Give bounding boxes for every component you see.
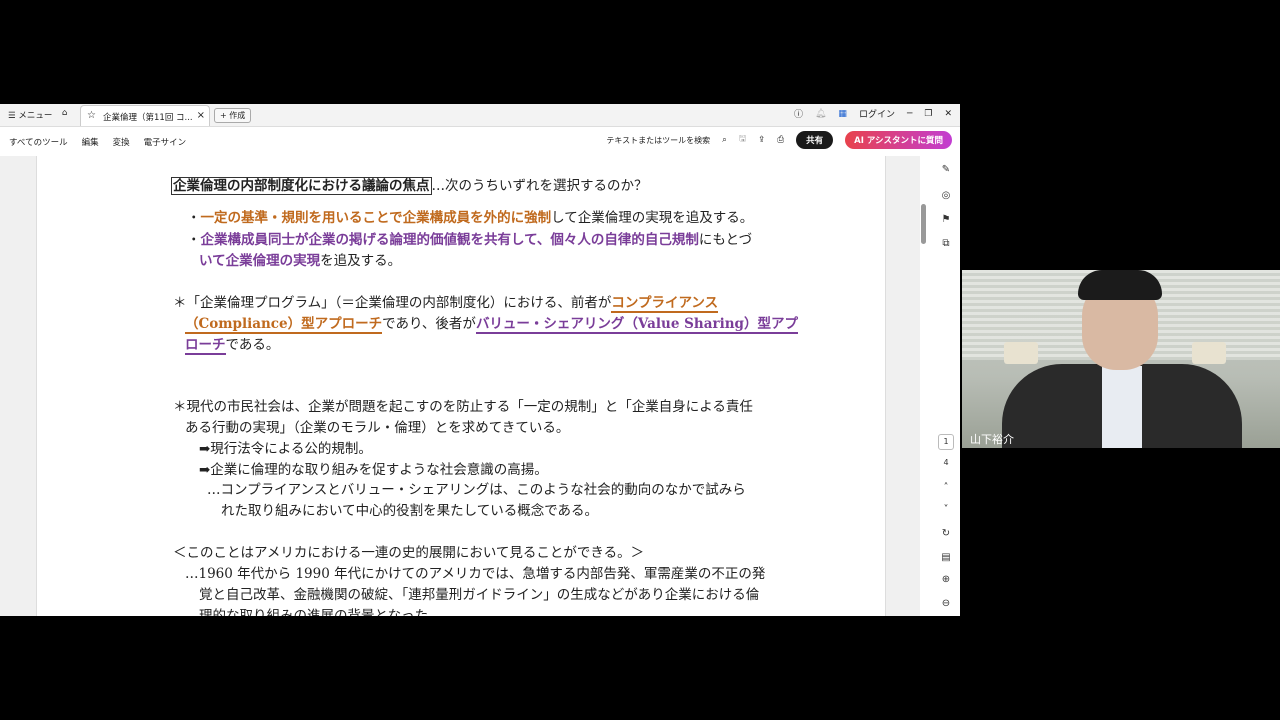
explanation-line-2: れた取り組みにおいて中心的役割を果たしている概念である。 [221,503,599,519]
bullet-2-rest: にもとづ [698,232,753,248]
convert-menu[interactable]: 変換 [113,136,130,148]
person-hair [1078,270,1162,300]
page-total: 4 [943,458,949,467]
document-tab[interactable]: ☆ 企業倫理（第11回 コ... × [80,105,210,126]
esign-menu[interactable]: 電子サイン [144,136,187,148]
bullet-2-highlight: 企業構成員同士が企業の掲げる論理的価値観を共有して、個々人の自律的自己規制 [200,232,699,248]
paragraph-3-line-1: …1960 年代から 1990 年代にかけてのアメリカでは、急増する内部告発、軍… [185,566,766,582]
participant-video-tile: 山下裕介 [962,270,1280,448]
lamp-shade-left [1004,342,1038,364]
apps-grid-icon[interactable]: ▦ [838,109,847,119]
login-button[interactable]: ログイン [859,107,895,120]
compliance-term: コンプライアンス [611,295,719,313]
bullet-2-line-2-highlight: いて企業倫理の実現 [199,253,321,269]
zoom-in-icon[interactable]: ⊕ [934,574,958,585]
paragraph-3-line-3: 理的な取り組みの進展の背景となった。 [199,608,442,616]
document-icon[interactable]: ▤ [934,552,958,563]
paragraph-1-line-1: ＊「企業倫理プログラム」（＝企業倫理の内部制度化）における、前者がコンプライアン… [173,291,719,313]
zoom-out-icon[interactable]: ⊖ [934,598,958,609]
p1-mid: であり、後者が [382,316,476,332]
chevron-down-icon[interactable]: ˅ [934,504,958,515]
right-tool-rail: ✎ ◎ ⚑ ⧉ 1 4 ˄ ˅ ↻ ▤ ⊕ ⊖ [934,160,958,616]
bullet-2-line-2-rest: を追及する。 [320,253,402,269]
pages-icon[interactable]: ⧉ [934,238,958,249]
lamp-shade-right [1192,342,1226,364]
bullet-2: ・企業構成員同士が企業の掲げる論理的価値観を共有して、個々人の自律的自己規制にも… [187,228,752,248]
star-icon[interactable]: ☆ [87,110,96,121]
paragraph-3-heading: ＜このことはアメリカにおける一連の史的展開において見ることができる。＞ [173,545,645,561]
page-number-box[interactable]: 1 [938,434,954,450]
scrollbar-thumb[interactable] [921,204,926,244]
value-sharing-approach: バリュー・シェアリング（Value Sharing）型アプ [475,316,798,334]
edit-menu[interactable]: 編集 [82,136,99,148]
pdf-page: 企業倫理の内部制度化における議論の焦点 …次のうちいずれを選択するのか？ ・一定の… [36,156,886,616]
value-sharing-end: ローチ [185,337,226,355]
bullet-2-line-2: いて企業倫理の実現を追及する。 [199,249,401,269]
pdf-viewer-window: ☰ メニュー ⌂ ☆ 企業倫理（第11回 コ... × + 作成 ⓘ 🔔︎ ▦ … [0,104,960,616]
upload-icon[interactable]: ⇪ [758,135,765,145]
comment-icon[interactable]: ✎ [934,164,958,175]
participant-name: 山下裕介 [970,433,1014,446]
doc-heading: 企業倫理の内部制度化における議論の焦点 …次のうちいずれを選択するのか？ [171,174,648,195]
tab-bar: ☰ メニュー ⌂ ☆ 企業倫理（第11回 コ... × + 作成 ⓘ 🔔︎ ▦ … [0,104,960,127]
ai-assistant-button[interactable]: AI アシスタントに質問 [845,131,952,149]
paragraph-2-line-1: ＊現代の市民社会は、企業が問題を起こすのを防止する「一定の規制」と「企業自身によ… [173,399,753,415]
window-controls: ⓘ 🔔︎ ▦ ログイン ─ ❐ ✕ [794,107,952,121]
all-tools-menu[interactable]: すべてのツール [9,136,68,148]
print-icon[interactable]: ⎙ [777,135,784,145]
compliance-approach: （Compliance）型アプローチ [185,316,383,334]
home-icon[interactable]: ⌂ [62,108,67,118]
p1-end: である。 [225,337,280,353]
toolbar: すべてのツール 編集 変換 電子サイン テキストまたはツールを検索 ⌕ 🖫 ⇪ … [0,127,960,155]
p1-text: ＊「企業倫理プログラム」（＝企業倫理の内部制度化）における、前者が [173,295,612,311]
bullet-mark: ・ [187,210,201,226]
search-icon[interactable]: ⌕ [722,135,727,145]
document-area[interactable]: 企業倫理の内部制度化における議論の焦点 …次のうちいずれを選択するのか？ ・一定の… [0,156,920,616]
close-tab-icon[interactable]: × [197,110,205,121]
person-shirt [1102,366,1142,448]
bookmark-icon[interactable]: ⚑ [934,214,958,225]
chevron-up-icon[interactable]: ˄ [934,482,958,493]
close-window-icon[interactable]: ✕ [944,109,952,119]
paragraph-2-line-2: ある行動の実現」（企業のモラル・倫理）とを求めてきている。 [185,420,570,436]
share-button[interactable]: 共有 [796,131,834,149]
minimize-icon[interactable]: ─ [907,109,912,119]
heading-boxed: 企業倫理の内部制度化における議論の焦点 [171,177,432,195]
search-label[interactable]: テキストまたはツールを検索 [606,135,710,146]
new-tab-button[interactable]: + 作成 [214,108,252,123]
refresh-icon[interactable]: ↻ [934,528,958,539]
menu-button[interactable]: ☰ メニュー [8,109,52,121]
arrow-item-1: ➡現行法令による公的規制。 [199,441,372,457]
explanation-line-1: …コンプライアンスとバリュー・シェアリングは、このような社会的動向のなかで試みら [207,482,746,498]
stamp-icon[interactable]: ◎ [934,190,958,201]
help-icon[interactable]: ⓘ [794,107,803,120]
bell-icon[interactable]: 🔔︎ [815,109,826,119]
paragraph-1-line-2: （Compliance）型アプローチであり、後者がバリュー・シェアリング（Val… [185,312,798,334]
arrow-item-2: ➡企業に倫理的な取り組みを促すような社会意識の高揚。 [199,462,548,478]
bullet-1-rest: して企業倫理の実現を追及する。 [551,210,754,226]
restore-icon[interactable]: ❐ [924,109,932,119]
bullet-1: ・一定の基準・規則を用いることで企業構成員を外的に強制して企業倫理の実現を追及す… [187,206,753,226]
bullet-mark: ・ [187,232,201,248]
bullet-1-highlight: 一定の基準・規則を用いることで企業構成員を外的に強制 [200,210,552,226]
paragraph-3-line-2: 覚と自己改革、金融機関の破綻、「連邦量刑ガイドライン」の生成などがあり企業におけ… [199,587,760,603]
paragraph-1-line-3: ローチである。 [185,333,280,355]
heading-rest: …次のうちいずれを選択するのか？ [431,178,648,194]
save-icon[interactable]: 🖫 [739,133,746,147]
tab-title: 企業倫理（第11回 コ... [103,113,193,123]
